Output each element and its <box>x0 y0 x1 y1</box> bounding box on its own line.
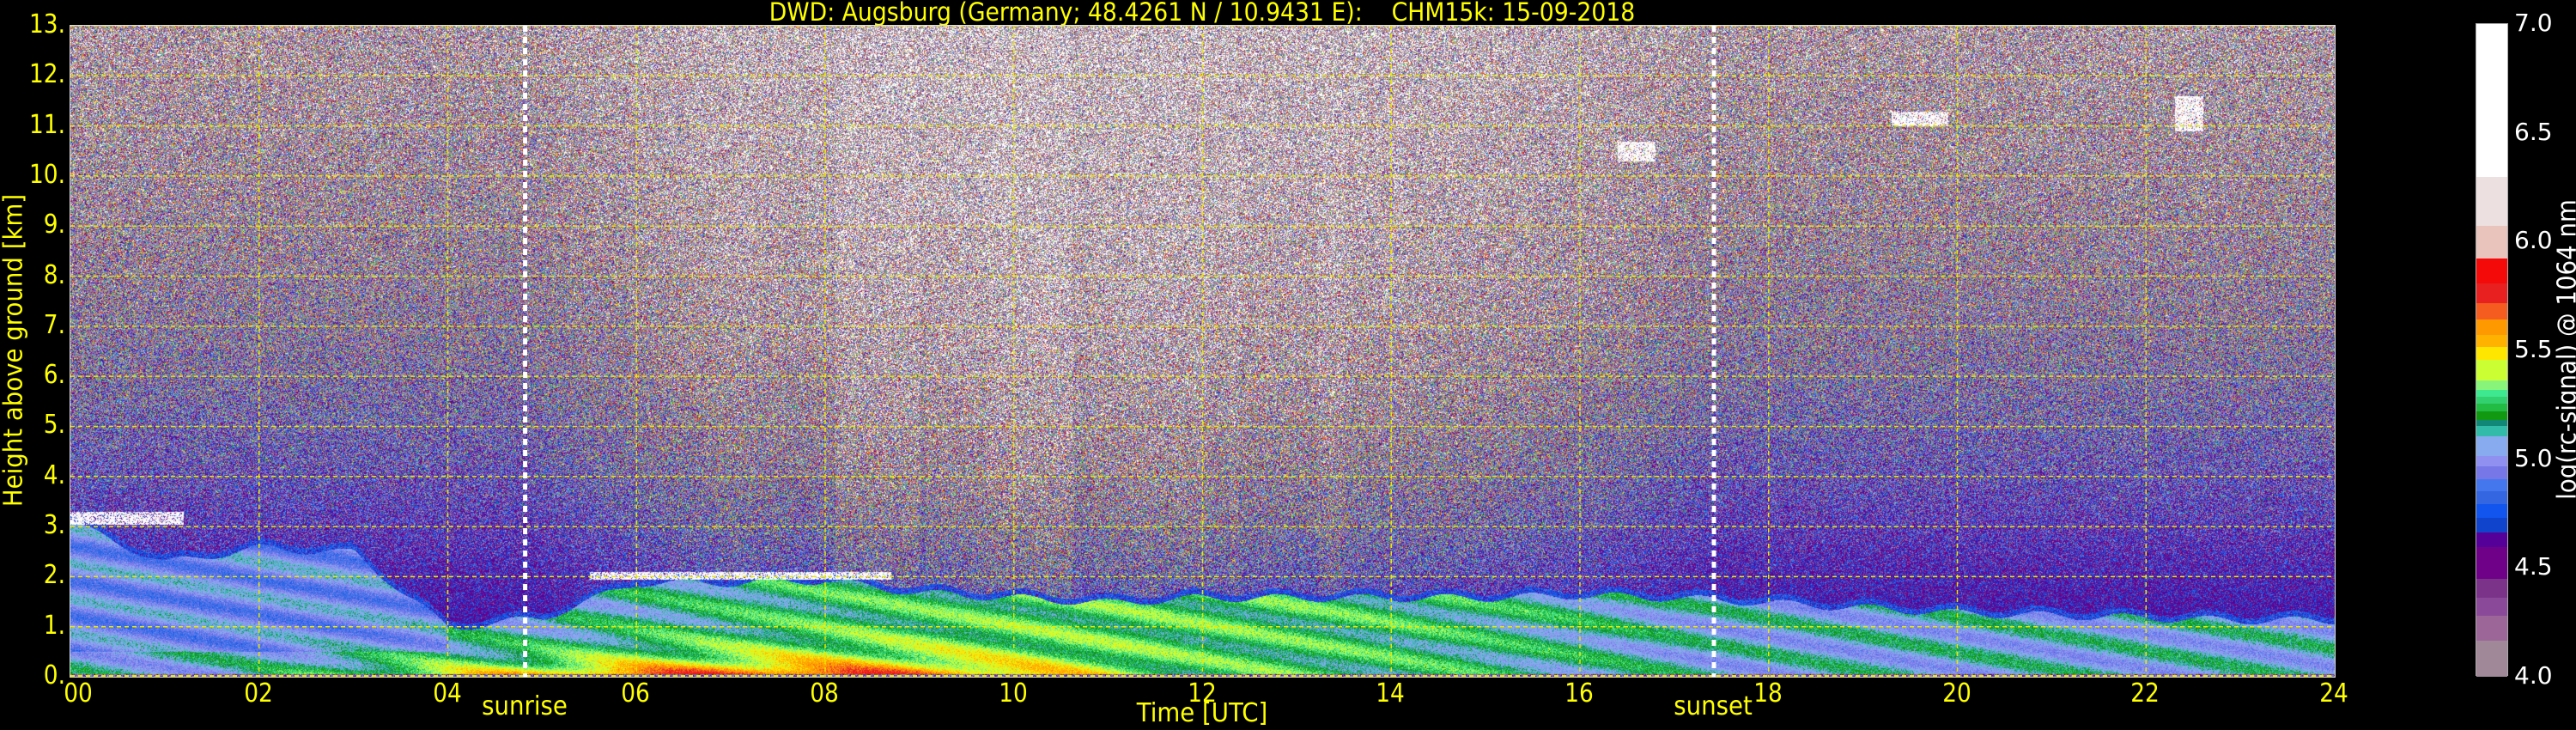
colorbar-band <box>2476 258 2507 284</box>
colorbar-band <box>2476 225 2507 259</box>
colorbar-tick-label: 5.5 <box>2514 335 2553 363</box>
sunset-label: sunset <box>1674 691 1753 721</box>
colorbar-band <box>2476 359 2507 381</box>
x-tick-label: 06 <box>621 678 651 709</box>
colorbar-band <box>2476 478 2507 492</box>
colorbar-band <box>2476 302 2507 320</box>
chart-title: DWD: Augsburg (Germany; 48.4261 N / 10.9… <box>769 0 1636 27</box>
colorbar-tick-label: 6.0 <box>2514 226 2553 255</box>
y-axis-label: Height above ground [km] <box>0 193 29 508</box>
colorbar-band <box>2476 579 2507 599</box>
colorbar-band <box>2476 547 2507 580</box>
colorbar-tick-label: 5.0 <box>2514 443 2553 472</box>
y-tick-label: 3. <box>43 510 65 541</box>
colorbar-band <box>2476 597 2507 617</box>
y-tick-label: 12. <box>29 59 65 90</box>
colorbar-tick-label: 6.5 <box>2514 117 2553 146</box>
x-tick-label: 10 <box>998 678 1028 709</box>
grid-overlay <box>70 26 2335 677</box>
colorbar-band <box>2476 24 2507 178</box>
x-axis-label: Time [UTC] <box>1136 698 1268 728</box>
x-tick-label: 00 <box>64 678 93 709</box>
plot-area <box>70 25 2336 678</box>
y-tick-label: 1. <box>43 610 65 641</box>
colorbar-band <box>2476 380 2507 391</box>
y-tick-label: 10. <box>29 159 65 190</box>
colorbar-label: log(rc-signal) @ 1064 nm <box>2552 199 2576 500</box>
x-tick-label: 08 <box>810 678 839 709</box>
colorbar-band <box>2476 503 2507 519</box>
x-tick-label: 22 <box>2130 678 2160 709</box>
colorbar-band <box>2476 319 2507 335</box>
x-tick-label: 14 <box>1376 678 1406 709</box>
colorbar <box>2476 23 2508 678</box>
colorbar-tick-label: 4.5 <box>2514 552 2553 581</box>
colorbar-band <box>2476 347 2507 361</box>
colorbar-band <box>2476 465 2507 480</box>
colorbar-band <box>2476 177 2507 227</box>
colorbar-band <box>2476 532 2507 548</box>
colorbar-band <box>2476 640 2507 678</box>
colorbar-band <box>2476 456 2507 466</box>
colorbar-band <box>2476 334 2507 348</box>
y-tick-label: 11. <box>29 109 65 140</box>
y-tick-label: 0. <box>43 660 65 690</box>
colorbar-band <box>2476 616 2507 642</box>
x-tick-label: 04 <box>432 678 462 709</box>
colorbar-band <box>2476 518 2507 533</box>
y-tick-label: 2. <box>43 560 65 591</box>
colorbar-band <box>2476 491 2507 505</box>
sunrise-label: sunrise <box>481 691 568 721</box>
y-tick-label: 13. <box>29 9 65 40</box>
colorbar-band <box>2476 436 2507 457</box>
colorbar-tick-label: 4.0 <box>2514 661 2553 690</box>
x-tick-label: 18 <box>1753 678 1783 709</box>
x-tick-label: 20 <box>1941 678 1971 709</box>
x-tick-label: 24 <box>2319 678 2348 709</box>
colorbar-band <box>2476 411 2507 421</box>
x-tick-label: 16 <box>1564 678 1594 709</box>
colorbar-tick-label: 7.0 <box>2514 9 2553 37</box>
x-tick-label: 02 <box>243 678 273 709</box>
colorbar-band <box>2476 283 2507 303</box>
colorbar-band <box>2476 425 2507 437</box>
